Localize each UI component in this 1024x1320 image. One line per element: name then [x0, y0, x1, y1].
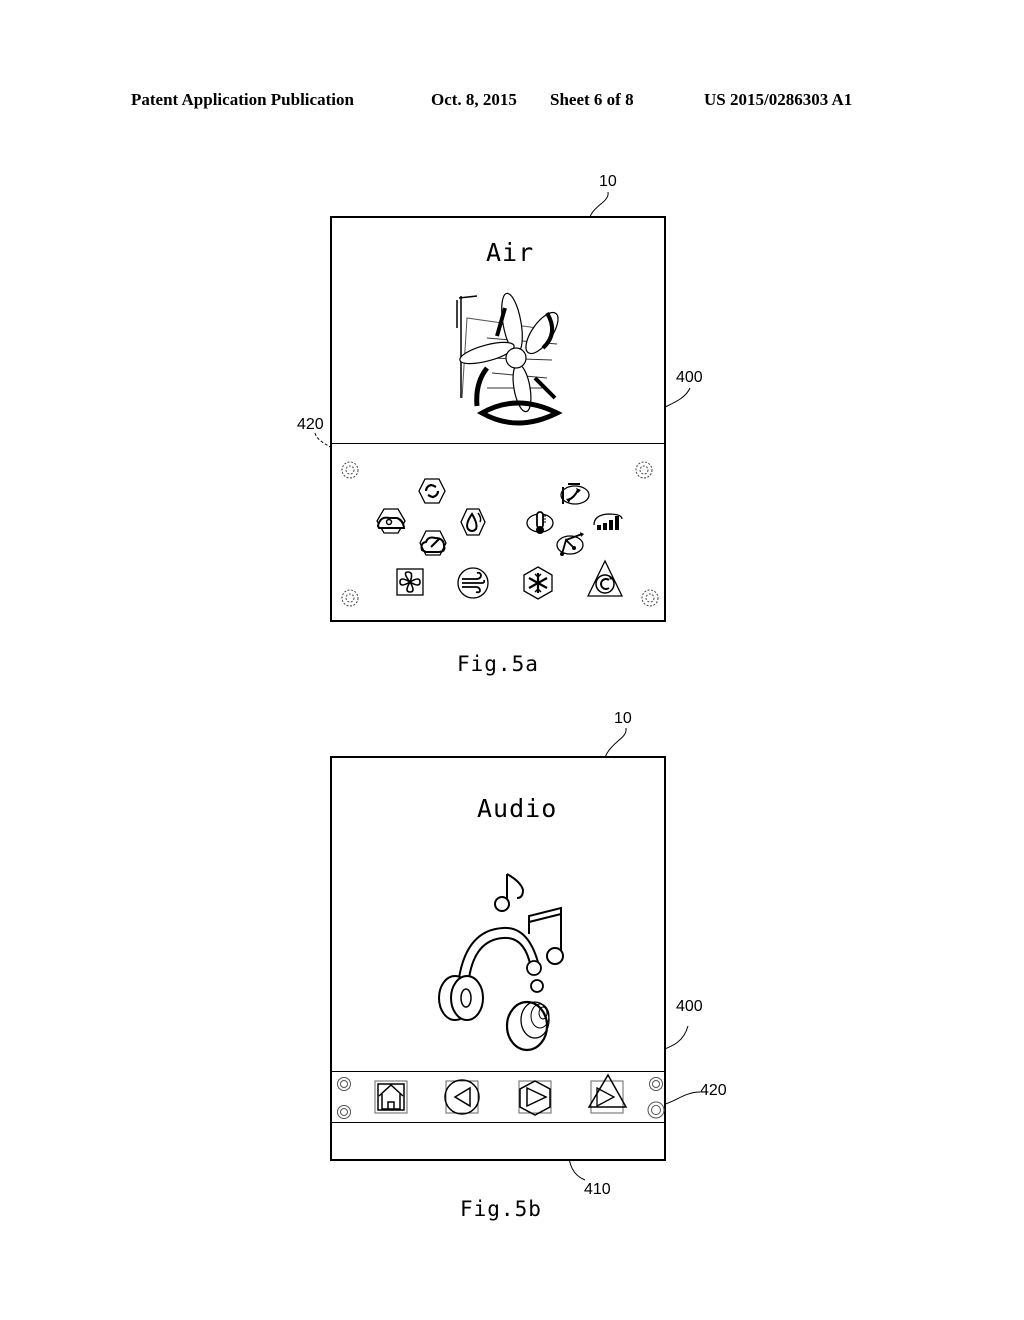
figure-caption-5a: Fig.5a [457, 652, 539, 676]
control-panel-bottom-border [332, 1122, 664, 1123]
signal-bars-oval-icon[interactable] [592, 509, 624, 533]
direction-oval-icon[interactable] [554, 530, 586, 558]
water-drop-hex-icon[interactable] [460, 508, 486, 536]
rotate-oval-icon[interactable] [558, 482, 590, 506]
screen-title: Audio [477, 794, 558, 823]
headphones-music-icon [438, 873, 564, 1052]
thermometer-oval-icon[interactable] [525, 510, 555, 536]
device-screen-audio: Audio [330, 756, 666, 1161]
screen-title: Air [486, 238, 535, 267]
celsius-triangle-icon[interactable] [586, 559, 624, 598]
play-button[interactable] [518, 1080, 552, 1116]
ref-label-sensor: 420 [700, 1082, 727, 1099]
car-hex-icon[interactable] [375, 508, 407, 534]
control-panel-divider [332, 443, 664, 444]
sensor-icon [337, 1105, 351, 1119]
sensor-icon [635, 461, 653, 479]
figure-caption-5b: Fig.5b [460, 1197, 542, 1221]
sensor-icon [641, 589, 659, 607]
recycle-hex-icon[interactable] [418, 478, 446, 504]
ref-label-sensor: 420 [297, 416, 324, 433]
ref-label-panel: 400 [676, 998, 703, 1015]
sensor-icon [341, 589, 359, 607]
snowflake-hex-icon[interactable] [522, 566, 554, 600]
ref-label-buttons: 410 [584, 1181, 611, 1198]
previous-button[interactable] [444, 1079, 480, 1115]
wind-circle-icon[interactable] [456, 566, 490, 600]
home-button[interactable] [374, 1080, 408, 1114]
fan-icon [456, 292, 563, 426]
device-screen-air: Air [330, 216, 666, 622]
control-panel-top-border [332, 1071, 664, 1072]
next-button[interactable] [587, 1073, 628, 1114]
sensor-icon [649, 1077, 663, 1091]
cloud-gauge-hex-icon[interactable] [418, 530, 448, 556]
sensor-icon [337, 1077, 351, 1091]
ref-label-panel: 400 [676, 369, 703, 386]
sensor-icon [341, 461, 359, 479]
sensor-icon [647, 1101, 665, 1119]
fan-square-icon[interactable] [396, 568, 424, 596]
